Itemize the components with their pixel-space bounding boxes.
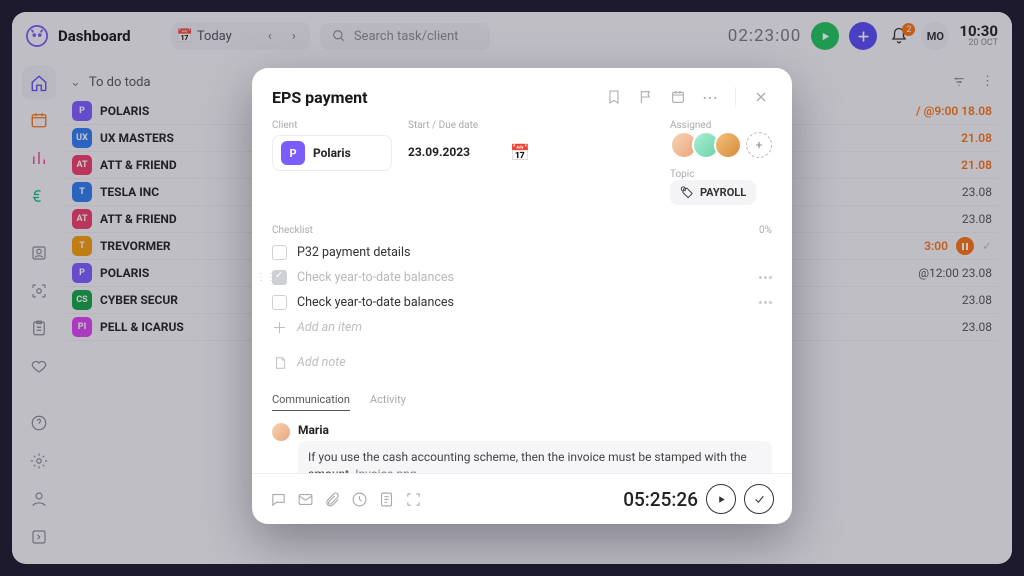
plus-icon: ＋ [272,320,287,335]
modal-title: EPS payment [272,88,593,107]
checklist-text: P32 payment details [297,245,410,260]
note-icon [272,355,287,370]
topic-label: Topic [670,169,772,180]
modal-done-button[interactable] [744,484,774,514]
date-value: 23.09.2023 [408,145,470,159]
assigned-label: Assigned [670,120,772,131]
assigned-avatars[interactable]: + [670,131,772,159]
more-icon[interactable]: ⋯ [699,86,721,108]
checklist-item[interactable]: ⋮⋮Check year-to-date balances [272,265,772,290]
mail-icon[interactable] [297,491,314,508]
comment-avatar [272,423,290,441]
client-name: Polaris [313,146,351,160]
checklist-percent: 0% [759,225,772,236]
checklist-label: Checklist [272,225,313,236]
add-assignee-button[interactable]: + [746,132,772,158]
topic-pill[interactable]: 🏷 PAYROLL [670,180,756,205]
checkbox[interactable] [272,270,287,285]
add-item-button[interactable]: ＋ Add an item [272,315,772,340]
avatar[interactable] [714,131,742,159]
flag-icon[interactable] [635,86,657,108]
tag-icon: 🏷 [680,186,694,199]
comment-body: If you use the cash accounting scheme, t… [298,441,772,473]
checkbox[interactable] [272,245,287,260]
document-icon[interactable] [378,491,395,508]
client-tag: P [281,141,305,165]
bookmark-icon[interactable] [603,86,625,108]
item-more[interactable] [759,301,772,304]
comment-author: Maria [298,423,772,437]
checklist-item[interactable]: P32 payment details [272,240,772,265]
add-note-button[interactable]: Add note [272,350,772,375]
history-icon[interactable] [351,491,368,508]
expand-icon[interactable] [405,491,422,508]
tab-activity[interactable]: Activity [370,393,406,411]
task-modal: EPS payment ⋯ Client P Polaris Start / D… [252,68,792,524]
checklist-item[interactable]: Check year-to-date balances [272,290,772,315]
chat-icon[interactable] [270,491,287,508]
date-label: Start / Due date [408,120,538,131]
checklist-text: Check year-to-date balances [297,270,454,285]
checklist-text: Check year-to-date balances [297,295,454,310]
modal-timer: 05:25:26 [623,488,698,511]
item-more[interactable] [759,276,772,279]
topic-value: PAYROLL [700,186,746,199]
checkbox[interactable] [272,295,287,310]
client-field[interactable]: P Polaris [272,135,392,171]
client-label: Client [272,120,392,131]
attachment-icon[interactable] [324,491,341,508]
modal-play-button[interactable] [706,484,736,514]
schedule-icon[interactable] [667,86,689,108]
tab-communication[interactable]: Communication [272,393,350,411]
date-field[interactable]: 23.09.2023 📅 [408,135,538,169]
close-icon[interactable] [750,86,772,108]
calendar-icon: 📅 [510,143,530,162]
